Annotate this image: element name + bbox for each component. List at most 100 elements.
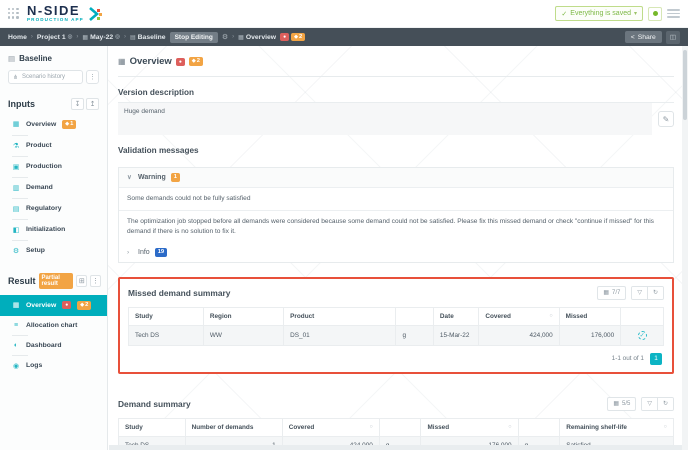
- filter-button[interactable]: ▽: [642, 398, 657, 410]
- vertical-scrollbar[interactable]: [682, 46, 688, 450]
- download-icon: ↧: [75, 100, 81, 108]
- main-content: ▦ Overview ● ◆2 Version description Huge…: [108, 46, 688, 450]
- warning-count: 2: [299, 34, 302, 41]
- breadcrumb-separator: ›: [31, 34, 33, 40]
- result-more-button[interactable]: ⋮: [90, 275, 101, 287]
- branch-icon: ⋔: [13, 74, 18, 81]
- save-status-button[interactable]: ✓ Everything is saved ▾: [555, 6, 643, 21]
- error-icon: ●: [283, 34, 286, 40]
- breadcrumb-separator: ›: [232, 34, 234, 40]
- sidebar-item-allocation-chart[interactable]: ≡ Allocation chart: [0, 316, 107, 335]
- sidebar-item-initialization[interactable]: ◧ Initialization: [0, 220, 107, 240]
- sidebar-item-dashboard[interactable]: ◐ Dashboard: [0, 336, 107, 355]
- column-header-date[interactable]: Date: [433, 307, 478, 325]
- logo-subtitle: PRODUCTION APP: [27, 18, 84, 23]
- scenario-history-button[interactable]: ⋔ Scenario history: [8, 70, 83, 84]
- sidebar-item-result-overview[interactable]: ▦ Overview ● ◆2: [0, 295, 107, 316]
- columns-toggle-button[interactable]: ▦ 7/7: [597, 286, 626, 300]
- overview-icon: ▦: [238, 34, 244, 41]
- column-header-study[interactable]: Study: [119, 418, 186, 436]
- column-header-missed[interactable]: Missed○: [421, 418, 518, 436]
- warning-badge: ◆2: [77, 301, 91, 310]
- columns-count: 5/5: [622, 401, 630, 407]
- sidebar-item-product[interactable]: ⚗ Product: [0, 136, 107, 156]
- sidebar-item-label: Overview: [26, 121, 56, 128]
- column-header-covered[interactable]: Covered○: [282, 418, 379, 436]
- scenario-name: Baseline: [19, 54, 52, 63]
- warning-badge: ◆1: [62, 120, 76, 129]
- chevron-down-icon: ▾: [634, 10, 637, 17]
- filter-button[interactable]: ▽: [632, 287, 647, 299]
- breadcrumb-home[interactable]: Home: [8, 34, 27, 41]
- stop-editing-button[interactable]: Stop Editing: [170, 32, 218, 43]
- table-row[interactable]: Tech DS WW DS_01 g 15-Mar-22 424,000 176…: [129, 325, 664, 345]
- column-header-missed[interactable]: Missed: [559, 307, 621, 325]
- column-header-unit: [518, 418, 560, 436]
- column-header-region[interactable]: Region: [203, 307, 283, 325]
- dashboard-icon: ◐: [12, 342, 20, 349]
- breadcrumb-period[interactable]: ▦ May-22 ◎: [82, 34, 120, 41]
- overview-icon: ▦: [12, 120, 20, 128]
- period-info-icon[interactable]: ◎: [115, 34, 120, 40]
- breadcrumb-scenario[interactable]: ▤ Baseline: [130, 34, 166, 41]
- column-settings-icon[interactable]: ○: [664, 424, 667, 430]
- share-button[interactable]: < Share: [625, 31, 662, 43]
- green-dot-icon: [653, 11, 658, 16]
- warning-group-toggle[interactable]: ∨ Warning 1: [119, 168, 673, 187]
- sidebar-item-logs[interactable]: ◉ Logs: [0, 356, 107, 376]
- page-1-button[interactable]: 1: [650, 353, 662, 365]
- nside-logo: N-SIDE PRODUCTION APP: [27, 4, 103, 23]
- result-grid-button[interactable]: ⊞: [76, 275, 87, 287]
- breadcrumb-project[interactable]: Project 1 ◎: [37, 34, 73, 41]
- app-grid-icon[interactable]: [8, 8, 19, 19]
- refresh-button[interactable]: ↻: [647, 287, 663, 299]
- scenario-more-button[interactable]: ⋮: [86, 70, 99, 84]
- error-icon: ●: [179, 59, 182, 65]
- page-title: Overview: [130, 56, 172, 67]
- gear-icon[interactable]: ⚙: [222, 33, 228, 41]
- refresh-button[interactable]: ↻: [657, 398, 673, 410]
- sidebar-item-demand[interactable]: ▥ Demand: [0, 178, 107, 198]
- column-header-unit: [379, 418, 421, 436]
- info-group-label: Info: [138, 249, 150, 256]
- column-header-remaining-shelf-life[interactable]: Remaining shelf-life○: [560, 418, 674, 436]
- status-dot-button[interactable]: [648, 7, 662, 21]
- scrollbar-thumb[interactable]: [683, 50, 687, 120]
- columns-icon: ▦: [603, 289, 609, 296]
- upload-inputs-button[interactable]: ↥: [86, 98, 99, 110]
- column-header-study[interactable]: Study: [129, 307, 204, 325]
- column-header-product[interactable]: Product: [284, 307, 396, 325]
- columns-toggle-button[interactable]: ▦ 5/5: [607, 397, 636, 411]
- column-header-number-of-demands[interactable]: Number of demands: [185, 418, 282, 436]
- breadcrumb-page[interactable]: ▦ Overview: [238, 34, 276, 41]
- top-app-bar: N-SIDE PRODUCTION APP ✓ Everything is sa…: [0, 0, 688, 28]
- sidebar-item-production[interactable]: ▣ Production: [0, 157, 107, 177]
- layout-panel-button[interactable]: ◫: [666, 31, 680, 44]
- project-info-icon[interactable]: ◎: [68, 34, 73, 40]
- download-inputs-button[interactable]: ↧: [71, 98, 84, 110]
- sidebar-scenario-title: ▤ Baseline: [8, 54, 99, 63]
- menu-icon[interactable]: [667, 9, 680, 18]
- warning-badge: ◆2: [189, 57, 203, 66]
- production-icon: ▣: [12, 163, 20, 171]
- sidebar-item-setup[interactable]: ⚙ Setup: [0, 241, 107, 261]
- column-settings-icon[interactable]: ○: [549, 313, 552, 319]
- horizontal-scrollbar[interactable]: [109, 445, 682, 450]
- column-settings-icon[interactable]: ○: [370, 424, 373, 430]
- column-header-covered[interactable]: Covered○: [479, 307, 559, 325]
- sidebar-item-regulatory[interactable]: ▤ Regulatory: [0, 199, 107, 219]
- chevron-right-icon: ›: [127, 249, 133, 256]
- allocation-chart-icon: ≡: [12, 322, 20, 329]
- warning-count: 2: [197, 58, 200, 65]
- warning-badge: ◆2: [291, 33, 305, 42]
- column-settings-icon[interactable]: ○: [508, 424, 511, 430]
- validation-messages-title: Validation messages: [118, 146, 674, 160]
- resolved-check-icon[interactable]: ✓: [638, 331, 647, 340]
- edit-description-button[interactable]: ✎: [658, 111, 674, 127]
- missed-demand-summary-section: Missed demand summary ▦ 7/7 ▽ ↻: [118, 277, 674, 374]
- breadcrumb-period-label: May-22: [90, 34, 113, 41]
- document-icon: ▤: [8, 54, 15, 63]
- sidebar-item-inputs-overview[interactable]: ▦ Overview ◆1: [0, 114, 107, 135]
- info-group-toggle[interactable]: › Info 19: [119, 243, 673, 262]
- product-icon: ⚗: [12, 142, 20, 150]
